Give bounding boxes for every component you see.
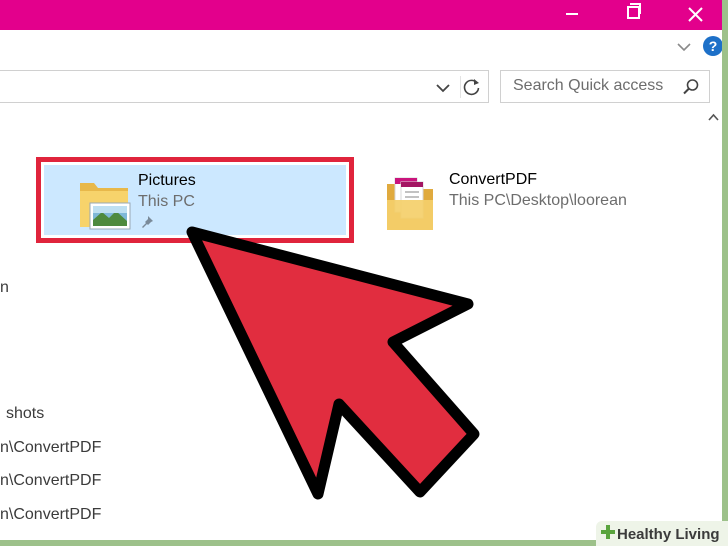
pin-icon[interactable] [139, 214, 155, 230]
search-placeholder: Search Quick access [513, 77, 664, 94]
vertical-scrollbar[interactable] [705, 108, 722, 540]
item-name: ConvertPDF [449, 171, 538, 188]
recent-file-row[interactable]: n\ConvertPDF [0, 506, 101, 524]
maximize-button[interactable] [609, 0, 655, 30]
quick-access-item-pictures[interactable]: Pictures This PC [36, 157, 354, 243]
recent-file-row[interactable]: n\ConvertPDF [0, 439, 101, 457]
watermark-text: Healthy Living [617, 526, 720, 543]
pictures-folder-icon [80, 183, 131, 230]
title-bar[interactable] [0, 0, 722, 30]
documents-folder-icon [387, 177, 433, 230]
recent-file-row[interactable]: shots [6, 405, 44, 423]
quick-access-item-convertpdf[interactable]: ConvertPDF This PC\Desktop\loorean [380, 162, 700, 238]
address-bar[interactable] [0, 70, 489, 103]
item-name: Pictures [138, 172, 196, 189]
watermark-badge: Healthy Living [596, 521, 728, 546]
minimize-button[interactable] [549, 0, 595, 30]
chevron-down-icon[interactable] [674, 37, 694, 57]
nav-pane-fragment: n [0, 279, 9, 296]
close-icon [688, 7, 703, 22]
healthy-living-logo: Healthy Living [601, 525, 720, 543]
item-location: This PC\Desktop\loorean [449, 192, 627, 209]
search-icon[interactable] [682, 78, 700, 96]
refresh-icon[interactable] [460, 76, 483, 98]
recent-file-row[interactable]: n\ConvertPDF [0, 472, 101, 490]
close-button[interactable] [672, 0, 718, 30]
pointer-arrow-icon [186, 226, 480, 500]
ribbon-bar [0, 30, 722, 64]
file-explorer-window: ? Search Quick access Pictures This PC C… [0, 0, 722, 540]
chevron-down-icon[interactable] [433, 78, 453, 98]
scroll-up-icon[interactable] [706, 110, 721, 125]
help-icon[interactable]: ? [703, 36, 722, 56]
search-input[interactable]: Search Quick access [500, 70, 710, 103]
item-location: This PC [138, 193, 195, 210]
